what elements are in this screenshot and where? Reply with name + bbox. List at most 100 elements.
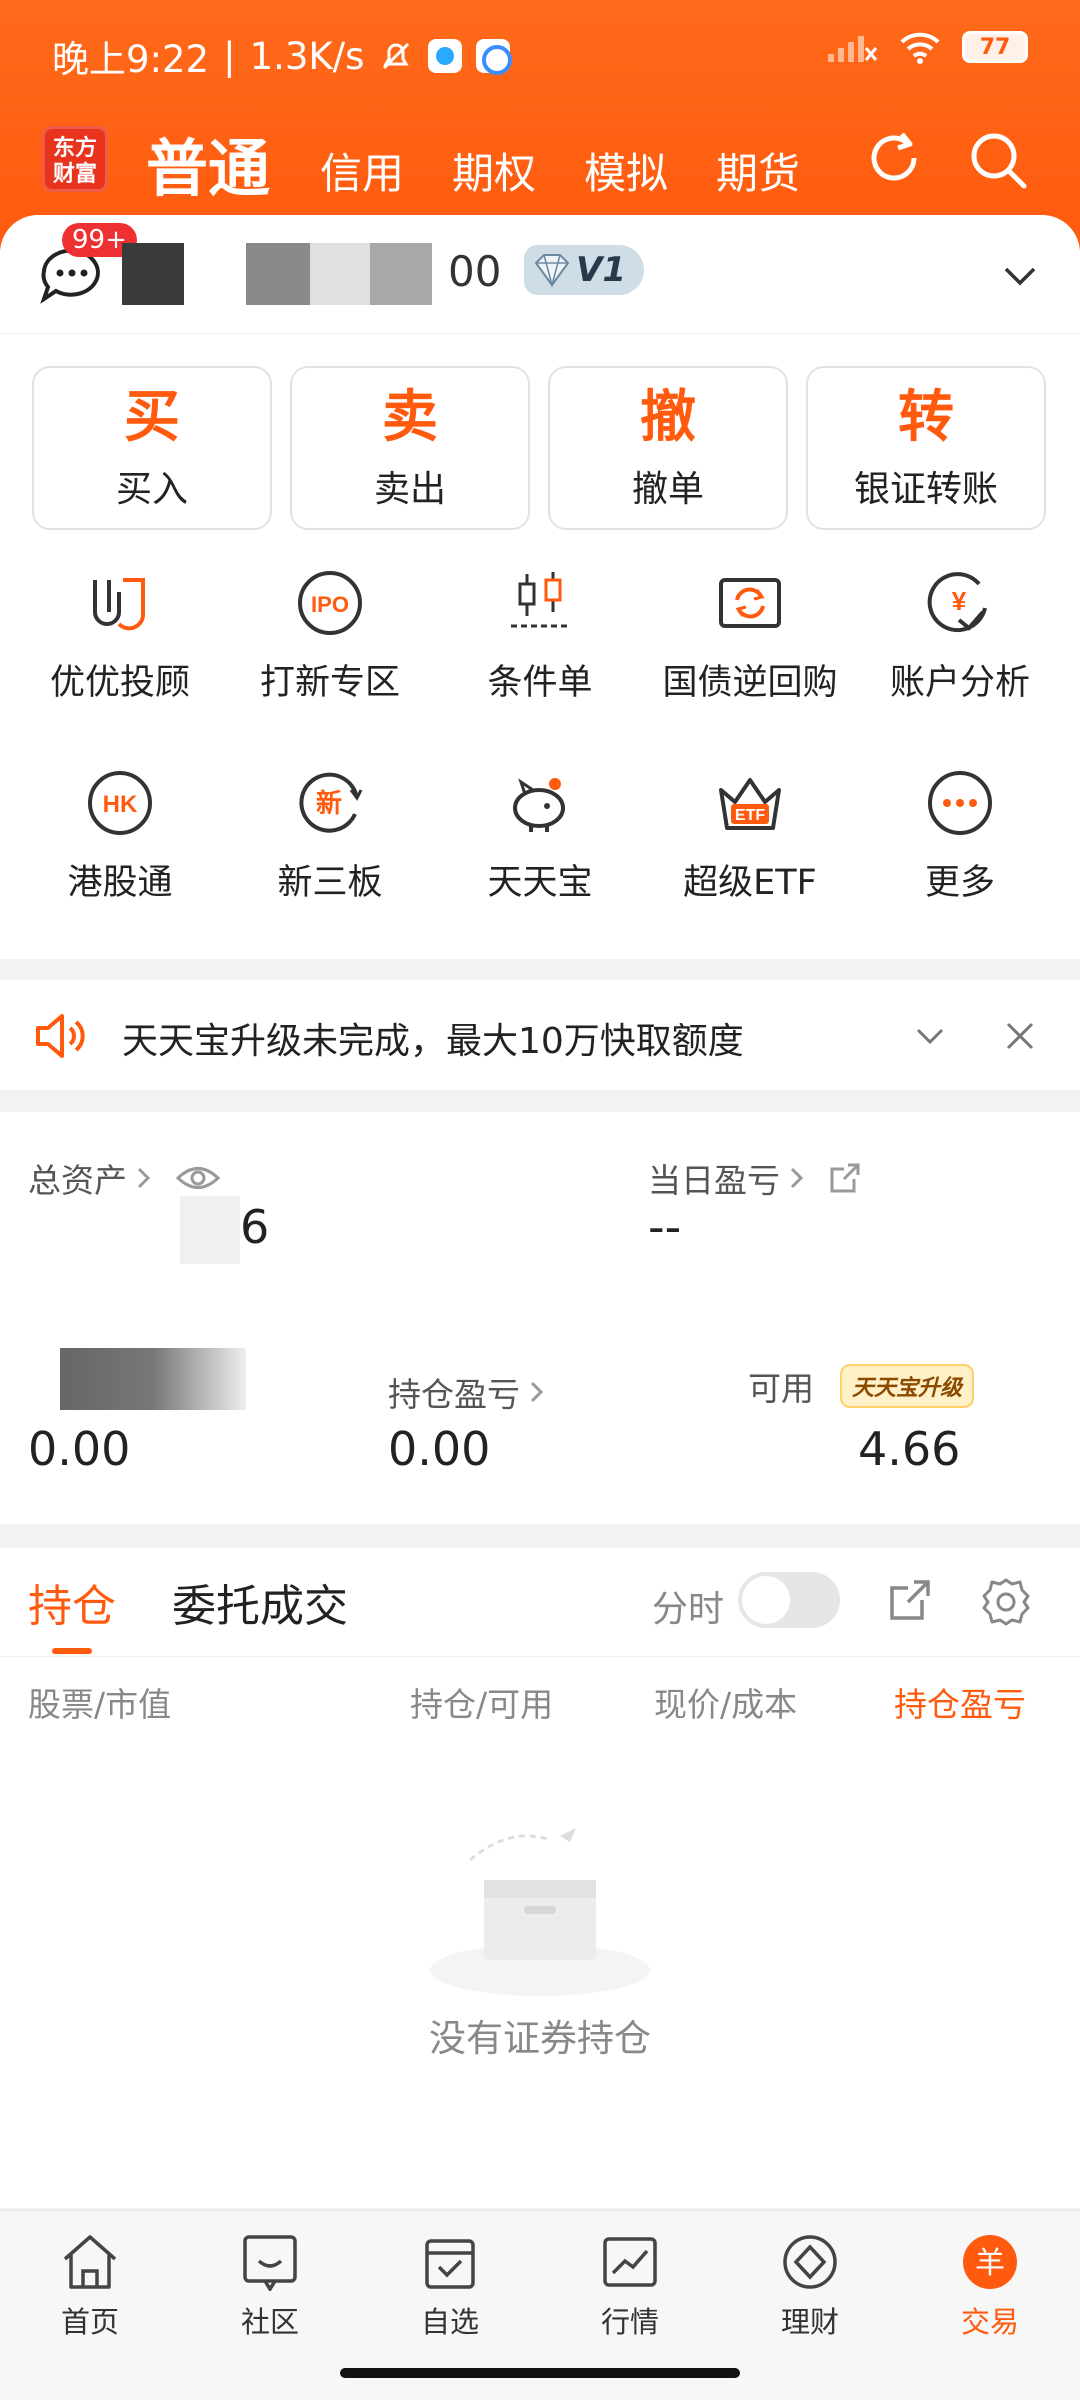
app-logo: 东方财富 bbox=[42, 126, 108, 192]
wealth-icon bbox=[783, 2235, 837, 2289]
service-reverse-repo[interactable]: 国债逆回购 bbox=[650, 568, 850, 705]
nav-wealth[interactable]: 理财 bbox=[730, 2233, 890, 2341]
share-icon[interactable] bbox=[886, 1576, 934, 1624]
svg-text:HK: HK bbox=[103, 791, 138, 818]
svg-text:新: 新 bbox=[316, 788, 342, 819]
chevron-down-icon[interactable] bbox=[1000, 255, 1040, 295]
service-account-analysis[interactable]: ¥ 账户分析 bbox=[860, 568, 1060, 705]
etf-crown-icon: ETF bbox=[719, 778, 781, 830]
yen-analysis-icon: ¥ bbox=[927, 572, 987, 633]
service-more[interactable]: 更多 bbox=[860, 768, 1060, 905]
column-position-pl[interactable]: 持仓盈亏 bbox=[894, 1678, 1026, 1726]
svg-text:¥: ¥ bbox=[952, 586, 967, 616]
tab-orders[interactable]: 委托成交 bbox=[172, 1570, 348, 1634]
fenshi-toggle[interactable] bbox=[738, 1572, 840, 1628]
diamond-icon bbox=[534, 254, 570, 287]
available-label: 可用 天天宝升级 bbox=[748, 1362, 975, 1410]
tab-futures[interactable]: 期货 bbox=[716, 140, 800, 201]
svg-text:ETF: ETF bbox=[735, 807, 765, 824]
masked-account-block bbox=[122, 243, 184, 305]
mute-bell-icon bbox=[383, 42, 410, 70]
status-right: 77 bbox=[826, 30, 1028, 64]
nav-home[interactable]: 首页 bbox=[10, 2233, 170, 2341]
tab-credit[interactable]: 信用 bbox=[320, 140, 404, 201]
bank-transfer-button[interactable]: 转 银证转账 bbox=[806, 366, 1046, 530]
tab-options[interactable]: 期权 bbox=[452, 140, 536, 201]
vip-badge: V1 bbox=[524, 245, 644, 295]
empty-state-text: 没有证券持仓 bbox=[429, 2017, 651, 2060]
svg-text:IPO: IPO bbox=[311, 592, 349, 617]
position-pl-label[interactable]: 持仓盈亏 bbox=[388, 1368, 546, 1416]
watchlist-icon bbox=[425, 2239, 475, 2289]
service-conditional-order[interactable]: 条件单 bbox=[440, 568, 640, 705]
daily-pl-label[interactable]: 当日盈亏 bbox=[648, 1154, 862, 1202]
tab-simulation[interactable]: 模拟 bbox=[584, 140, 668, 201]
column-price: 现价/成本 bbox=[654, 1685, 798, 1724]
eye-icon[interactable] bbox=[175, 1163, 221, 1193]
masked-account-block bbox=[246, 243, 310, 305]
divider bbox=[0, 1656, 1080, 1657]
masked-account-block bbox=[310, 243, 370, 305]
service-new-third-board[interactable]: 新 新三板 bbox=[230, 768, 430, 905]
daily-pl-value: -- bbox=[648, 1200, 682, 1254]
asset-summary: 总资产 6 当日盈亏 -- 0.00 持仓盈亏 0.00 可用 天天宝升级 4.… bbox=[0, 1112, 1080, 1524]
available-value: 4.66 bbox=[858, 1422, 961, 1476]
gear-icon[interactable] bbox=[980, 1576, 1032, 1628]
masked-label-block bbox=[60, 1348, 246, 1410]
holdings-section: 持仓 委托成交 分时 股票/市值 持仓/可用 现价/成本 持仓盈亏 没有证券持仓 bbox=[0, 1548, 1080, 2208]
upgrade-badge[interactable]: 天天宝升级 bbox=[840, 1364, 975, 1408]
chevron-right-icon bbox=[137, 1167, 151, 1189]
service-uu-advisor[interactable]: 优优投顾 bbox=[20, 568, 220, 705]
close-icon[interactable] bbox=[1002, 1018, 1038, 1054]
candlestick-icon bbox=[511, 572, 569, 628]
nav-community[interactable]: 社区 bbox=[190, 2233, 350, 2341]
home-icon bbox=[63, 2235, 117, 2289]
signal-icon bbox=[828, 36, 878, 62]
app-header: 晚上9:22 | 1.3K/s 77 东方财富 普通 信用 期权 模拟 期货 bbox=[0, 0, 1080, 250]
community-icon bbox=[243, 2235, 297, 2291]
left-value: 0.00 bbox=[28, 1422, 131, 1476]
masked-account-block bbox=[370, 243, 432, 305]
market-chart-icon bbox=[603, 2237, 657, 2287]
nav-trade[interactable]: 羊 交易 bbox=[910, 2233, 1070, 2341]
battery-icon: 77 bbox=[962, 31, 1028, 63]
app-notification-icon bbox=[428, 39, 463, 73]
masked-value-block bbox=[180, 1196, 240, 1264]
ipo-icon: IPO bbox=[298, 571, 362, 635]
service-super-etf[interactable]: ETF 超级ETF bbox=[650, 768, 850, 905]
nav-watchlist[interactable]: 自选 bbox=[370, 2233, 530, 2341]
trade-icon: 羊 bbox=[963, 2235, 1017, 2289]
fenshi-label: 分时 bbox=[652, 1589, 725, 1630]
repo-icon bbox=[719, 578, 781, 628]
account-type-nav: 东方财富 普通 信用 期权 模拟 期货 bbox=[42, 118, 1042, 208]
sell-button[interactable]: 卖 卖出 bbox=[290, 366, 530, 530]
chevron-right-icon bbox=[530, 1381, 544, 1403]
notice-text: 天天宝升级未完成，最大10万快取额度 bbox=[122, 1021, 744, 1062]
tab-positions[interactable]: 持仓 bbox=[28, 1570, 116, 1634]
service-hk-connect[interactable]: HK 港股通 bbox=[20, 768, 220, 905]
service-ipo[interactable]: IPO 打新专区 bbox=[230, 568, 430, 705]
status-bar: 晚上9:22 | 1.3K/s bbox=[52, 26, 513, 86]
notice-banner[interactable]: 天天宝升级未完成，最大10万快取额度 bbox=[0, 980, 1080, 1090]
piggy-bank-icon bbox=[513, 778, 565, 832]
tab-normal[interactable]: 普通 bbox=[146, 118, 270, 208]
app-notification-icon-2 bbox=[476, 39, 513, 75]
column-stock: 股票/市值 bbox=[28, 1685, 172, 1724]
refresh-icon[interactable] bbox=[862, 128, 926, 192]
share-icon[interactable] bbox=[828, 1161, 862, 1195]
account-bar[interactable]: 99+ 00 V1 bbox=[0, 215, 1080, 333]
total-assets-value: 6 bbox=[240, 1200, 270, 1254]
search-icon[interactable] bbox=[966, 128, 1030, 192]
chevron-down-icon[interactable] bbox=[912, 1018, 948, 1054]
position-pl-value: 0.00 bbox=[388, 1422, 491, 1476]
chevron-right-icon bbox=[790, 1167, 804, 1189]
cancel-order-button[interactable]: 撤 撤单 bbox=[548, 366, 788, 530]
nav-market[interactable]: 行情 bbox=[550, 2233, 710, 2341]
status-time: 晚上9:22 bbox=[52, 38, 210, 81]
hk-icon: HK bbox=[88, 771, 152, 835]
speaker-icon bbox=[36, 1014, 85, 1058]
service-tiantianbao[interactable]: 天天宝 bbox=[440, 768, 640, 905]
home-indicator[interactable] bbox=[340, 2368, 740, 2378]
total-assets-label[interactable]: 总资产 bbox=[28, 1154, 221, 1202]
buy-button[interactable]: 买 买入 bbox=[32, 366, 272, 530]
